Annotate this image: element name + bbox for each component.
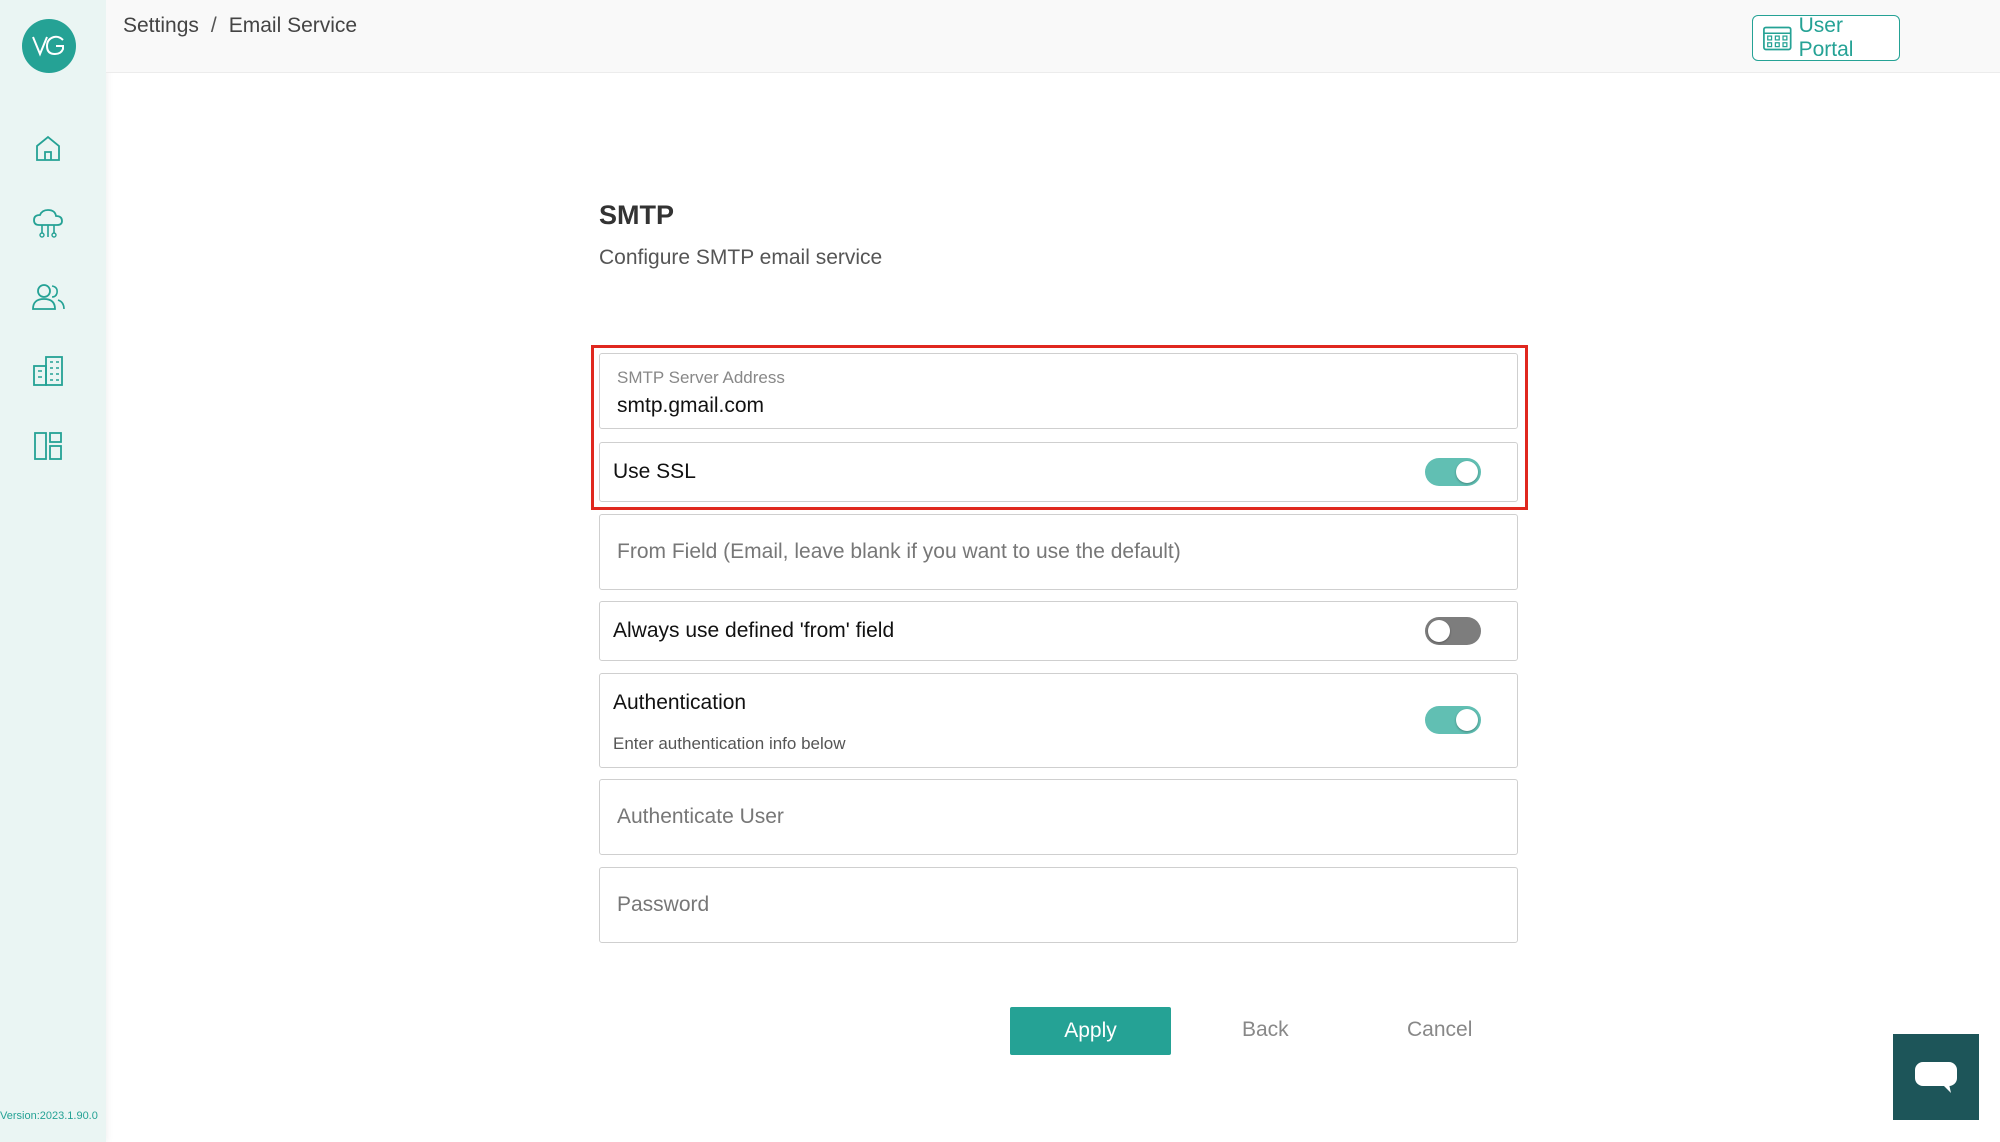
top-header: Settings / Email Service User Portal	[106, 0, 2000, 73]
sidebar-item-users[interactable]	[27, 276, 69, 318]
apply-button[interactable]: Apply	[1010, 1007, 1171, 1055]
auth-user-input[interactable]	[600, 780, 1517, 854]
section-subtitle: Configure SMTP email service	[599, 246, 883, 269]
home-icon	[36, 135, 60, 161]
use-ssl-label: Use SSL	[613, 460, 696, 483]
chat-bubble-icon	[1915, 1062, 1957, 1093]
password-input[interactable]	[600, 868, 1517, 942]
smtp-server-field[interactable]: SMTP Server Address smtp.gmail.com	[599, 353, 1518, 429]
from-field[interactable]	[599, 514, 1518, 590]
cloud-network-icon	[33, 209, 63, 238]
version-label: Version:2023.1.90.0	[0, 1110, 98, 1122]
authentication-label: Authentication	[613, 691, 747, 714]
app-logo[interactable]	[22, 19, 76, 73]
calendar-grid-icon	[1763, 26, 1792, 51]
use-ssl-toggle[interactable]	[1425, 458, 1481, 486]
always-use-from-label: Always use defined 'from' field	[613, 619, 895, 642]
toggle-knob	[1428, 620, 1450, 642]
sidebar-item-building[interactable]	[27, 350, 69, 392]
always-use-from-row: Always use defined 'from' field	[599, 601, 1518, 661]
breadcrumb-email-service: Email Service	[228, 14, 358, 37]
sidebar-item-cloud-network[interactable]	[27, 203, 69, 245]
toggle-knob	[1456, 461, 1478, 483]
logo-icon	[32, 35, 64, 57]
cancel-button[interactable]: Cancel	[1407, 1018, 1472, 1042]
toggle-knob	[1456, 709, 1478, 731]
smtp-server-value[interactable]: smtp.gmail.com	[617, 394, 764, 418]
user-portal-button[interactable]: User Portal	[1752, 14, 1900, 61]
breadcrumb-settings[interactable]: Settings	[123, 14, 199, 38]
sidebar-item-dashboard[interactable]	[27, 425, 69, 467]
authentication-row: Authentication Enter authentication info…	[599, 673, 1518, 768]
always-use-from-toggle[interactable]	[1425, 617, 1481, 645]
sidebar: Version:2023.1.90.0	[0, 0, 106, 1142]
users-icon	[32, 284, 65, 310]
authentication-toggle[interactable]	[1425, 706, 1481, 734]
section-title: SMTP	[599, 200, 675, 230]
from-field-input[interactable]	[600, 515, 1517, 589]
back-button[interactable]: Back	[1242, 1018, 1289, 1042]
auth-user-field[interactable]	[599, 779, 1518, 855]
user-portal-label: User Portal	[1798, 14, 1854, 61]
sidebar-item-home[interactable]	[27, 127, 69, 169]
chat-button[interactable]	[1893, 1034, 1979, 1120]
dashboard-layout-icon	[34, 432, 62, 460]
password-field[interactable]	[599, 867, 1518, 943]
building-icon	[33, 356, 63, 386]
authentication-sublabel: Enter authentication info below	[613, 734, 846, 753]
breadcrumb-separator: /	[210, 14, 217, 37]
breadcrumb: Settings / Email Service	[123, 14, 357, 38]
smtp-server-label: SMTP Server Address	[617, 368, 785, 387]
use-ssl-row: Use SSL	[599, 442, 1518, 502]
